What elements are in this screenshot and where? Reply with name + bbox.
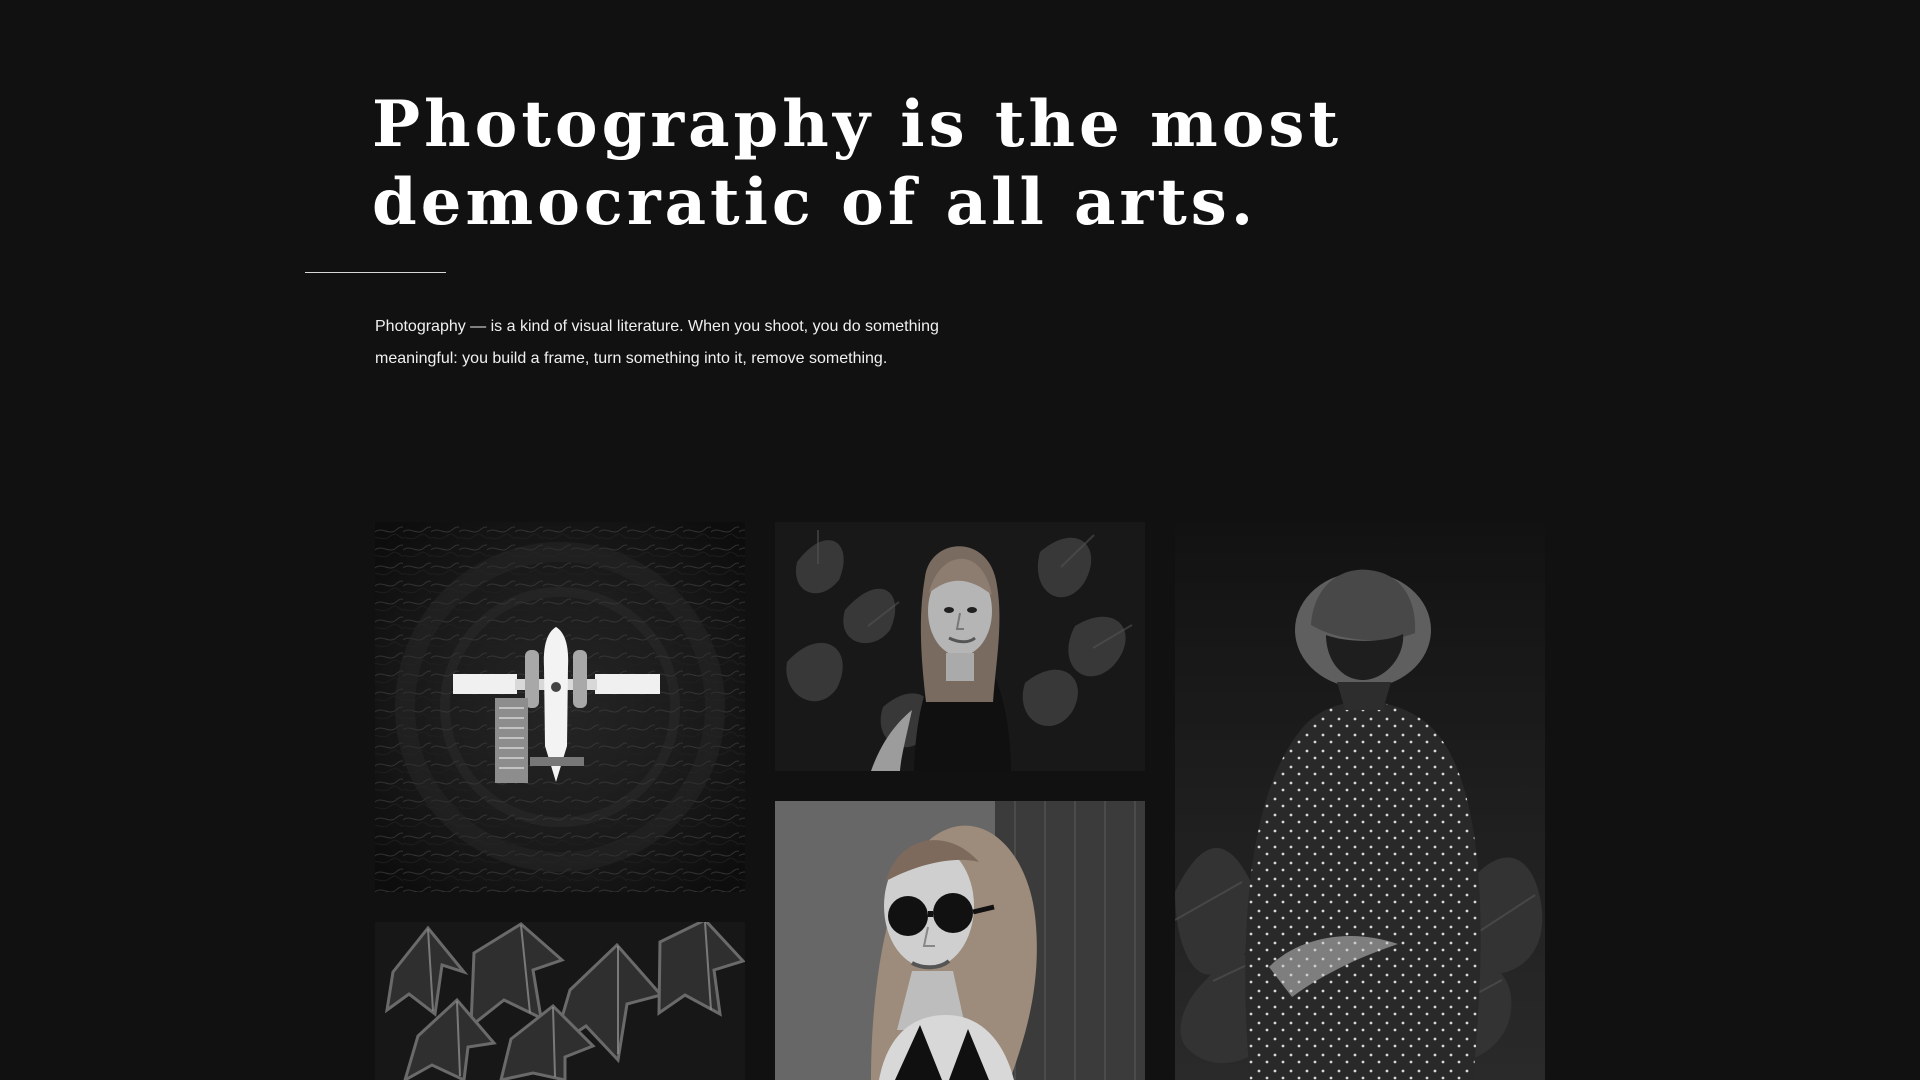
aerial-seaplane-photo[interactable] (375, 522, 745, 892)
man-hat-image (1175, 522, 1545, 1080)
aerial-seaplane-image (375, 522, 745, 892)
page-title-line-1: Photography is the most (372, 87, 1342, 162)
man-hat-photo[interactable] (1175, 522, 1545, 1080)
woman-sunglasses-photo[interactable] (775, 801, 1145, 1080)
title-divider (305, 272, 446, 273)
intro-line-2: meaningful: you build a frame, turn some… (375, 350, 888, 367)
intro-line-1: Photography — is a kind of visual litera… (375, 318, 939, 335)
photography-page: Photography is the most democratic of al… (0, 0, 1920, 1080)
intro-text: Photography — is a kind of visual litera… (375, 311, 965, 375)
leaves-image (375, 922, 745, 1080)
page-title-line-2: democratic of all arts. (372, 165, 1258, 240)
woman-portrait-image (775, 522, 1145, 771)
leaves-photo[interactable] (375, 922, 745, 1080)
woman-sunglasses-image (775, 801, 1145, 1080)
woman-portrait-photo[interactable] (775, 522, 1145, 771)
page-title: Photography is the most democratic of al… (372, 86, 1342, 242)
